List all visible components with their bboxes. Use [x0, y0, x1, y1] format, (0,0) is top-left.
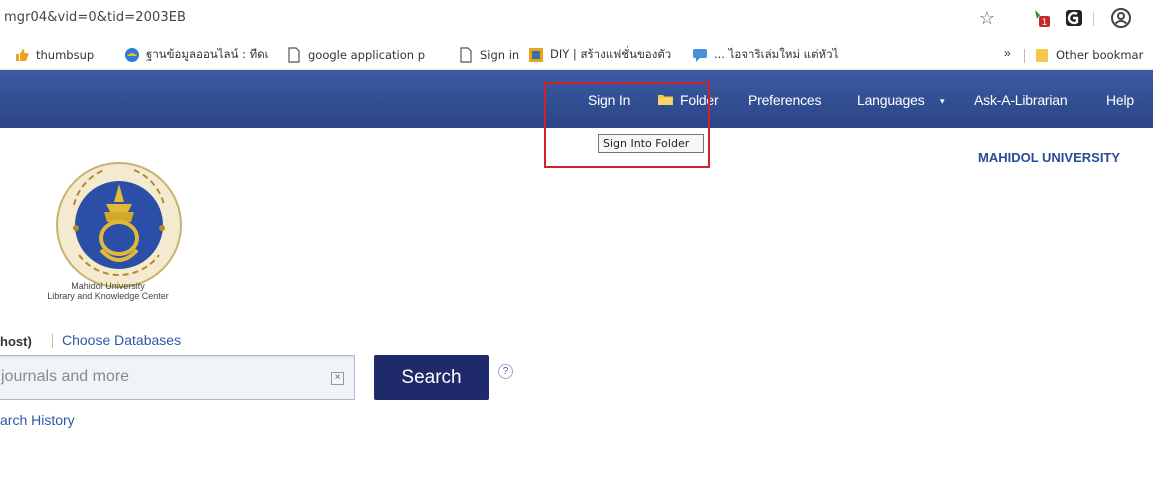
divider [52, 334, 53, 348]
bookmark-item[interactable]: ... ไอจาริเล่มใหม่ แต่หัวไ [692, 46, 838, 64]
bookmark-label: ... ไอจาริเล่มใหม่ แต่หัวไ [714, 47, 839, 61]
bookmark-label: thumbsup [36, 48, 95, 62]
logo-caption-line1: Mahidol University [71, 281, 145, 291]
chat-icon [692, 47, 708, 63]
bookmark-item[interactable]: thumbsup [14, 46, 94, 64]
bookmark-item[interactable]: Sign in [458, 46, 519, 64]
university-seal-logo[interactable] [44, 150, 194, 300]
search-box[interactable]: × [0, 355, 355, 400]
address-bar: mgr04&vid=0&tid=2003EB ☆ 1 [0, 0, 1153, 38]
thumbs-up-icon [14, 47, 30, 63]
extension-badge: 1 [1042, 18, 1048, 28]
other-bookmarks-folder[interactable]: Other bookmar [1034, 46, 1143, 64]
page-icon [458, 47, 474, 63]
preferences-link[interactable]: Preferences [748, 92, 821, 108]
toolbar-divider [1093, 12, 1094, 26]
bookmarks-overflow-button[interactable]: » [1004, 46, 1011, 60]
help-icon[interactable]: ? [498, 364, 513, 379]
page-icon [286, 47, 302, 63]
bookmark-item[interactable]: ฐานข้อมูลออนไลน์ : ทีดเ [124, 46, 269, 64]
other-bookmarks-label: Other bookmar [1056, 48, 1144, 62]
search-button[interactable]: Search [374, 355, 489, 400]
extension-icon[interactable] [1063, 6, 1085, 30]
bookmarks-divider [1024, 49, 1025, 63]
bookmark-label: DIY | สร้างแฟชั่นของตัว [550, 47, 672, 61]
star-icon[interactable]: ☆ [975, 6, 999, 30]
bookmarks-bar: thumbsup ฐานข้อมูลออนไลน์ : ทีดเ google … [0, 38, 1153, 70]
ask-a-librarian-link[interactable]: Ask-A-Librarian [974, 92, 1068, 108]
current-database-label: host) [0, 334, 32, 349]
bookmark-item[interactable]: DIY | สร้างแฟชั่นของตัว [528, 46, 671, 64]
highlight-box [544, 82, 710, 168]
help-link[interactable]: Help [1106, 92, 1134, 108]
diy-icon [528, 47, 544, 63]
university-heading[interactable]: MAHIDOL UNIVERSITY [978, 150, 1120, 165]
extension-icon[interactable]: 1 [1029, 6, 1053, 30]
search-input[interactable] [1, 368, 301, 386]
chevron-down-icon[interactable]: ▾ [940, 96, 945, 107]
logo-caption-line2: Library and Knowledge Center [47, 291, 169, 301]
bookmark-item[interactable]: google application p [286, 46, 425, 64]
bookmark-label: google application p [308, 48, 425, 62]
profile-icon[interactable] [1108, 6, 1134, 30]
bookmark-label: Sign in [480, 48, 520, 62]
clear-icon[interactable]: × [331, 372, 344, 385]
bookmark-label: ฐานข้อมูลออนไลน์ : ทีดเ [146, 47, 269, 61]
search-history-link[interactable]: arch History [0, 412, 75, 428]
choose-databases-link[interactable]: Choose Databases [62, 332, 181, 348]
folder-icon [1034, 47, 1050, 63]
globe-icon [124, 47, 140, 63]
languages-menu[interactable]: Languages [857, 92, 925, 108]
url-text[interactable]: mgr04&vid=0&tid=2003EB [4, 10, 186, 25]
